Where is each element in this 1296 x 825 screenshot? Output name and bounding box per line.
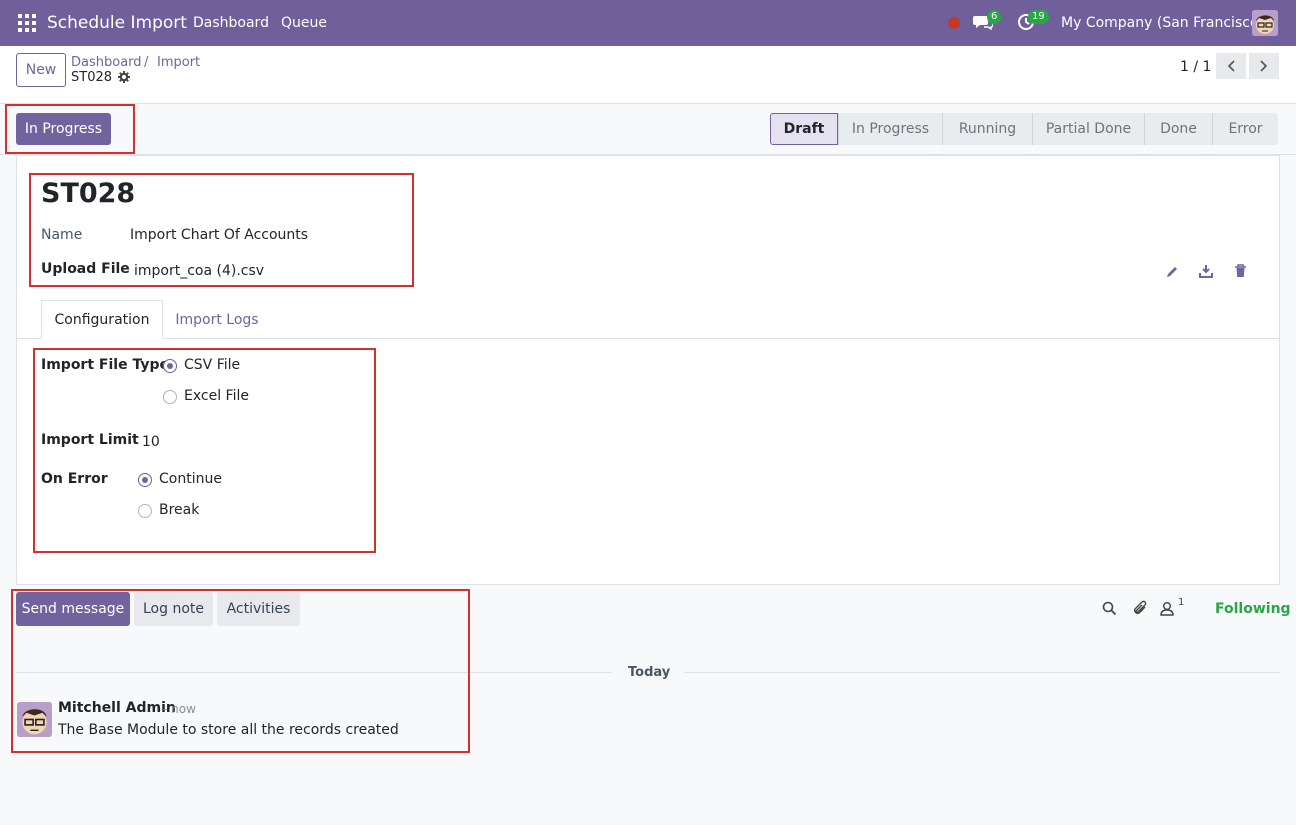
activities-badge: 19 (1028, 10, 1049, 24)
message-author[interactable]: Mitchell Admin (58, 700, 176, 716)
radio-excel-file[interactable] (163, 390, 177, 404)
send-message-button[interactable]: Send message (16, 592, 130, 626)
record-title: ST028 (41, 178, 136, 209)
breadcrumb-dashboard[interactable]: Dashboard (71, 55, 142, 70)
tab-configuration[interactable]: Configuration (41, 300, 163, 339)
breadcrumb-separator: / (144, 55, 149, 70)
app-title[interactable]: Schedule Import (47, 0, 187, 46)
import-limit-input[interactable]: 10 (142, 434, 160, 450)
chevron-right-icon (1260, 60, 1268, 72)
upload-file-label: Upload File (41, 261, 130, 277)
date-separator-line (16, 672, 612, 673)
company-switcher[interactable]: My Company (San Francisco) (1061, 0, 1264, 46)
user-avatar[interactable] (1252, 10, 1278, 36)
log-note-button[interactable]: Log note (134, 592, 213, 626)
tab-import-logs[interactable]: Import Logs (163, 300, 271, 339)
in-progress-action-button[interactable]: In Progress (16, 113, 111, 145)
name-label: Name (41, 227, 83, 243)
radio-continue[interactable] (138, 473, 152, 487)
stage-done[interactable]: Done (1144, 113, 1212, 145)
author-avatar[interactable] (17, 702, 52, 737)
pager-value[interactable]: 1 / 1 (1180, 59, 1211, 75)
new-button[interactable]: New (16, 53, 66, 87)
followers-count: 1 (1178, 597, 1185, 608)
search-icon[interactable] (1102, 601, 1117, 620)
stage-in-progress[interactable]: In Progress (838, 113, 942, 145)
pager-previous-button[interactable] (1216, 53, 1246, 79)
edit-pencil-icon[interactable] (1165, 265, 1179, 283)
breadcrumb-import[interactable]: Import (157, 55, 200, 70)
app-menu-icon[interactable] (18, 14, 36, 32)
chevron-left-icon (1227, 60, 1235, 72)
top-navbar: Schedule Import Dashboard Queue 6 19 My … (0, 0, 1296, 46)
breadcrumb-current: ST028 (71, 70, 113, 85)
gear-icon[interactable] (118, 71, 130, 87)
option-excel-file[interactable]: Excel File (184, 388, 249, 404)
import-file-type-label: Import File Type (41, 357, 169, 373)
option-csv-file[interactable]: CSV File (184, 357, 240, 373)
stage-draft[interactable]: Draft (770, 113, 838, 145)
radio-break[interactable] (138, 504, 152, 518)
followers-icon[interactable] (1160, 601, 1174, 620)
trash-icon[interactable] (1234, 264, 1247, 282)
following-toggle[interactable]: Following (1215, 601, 1291, 617)
menu-queue[interactable]: Queue (281, 0, 327, 46)
stage-running[interactable]: Running (942, 113, 1032, 145)
option-break[interactable]: Break (159, 502, 199, 518)
date-separator: Today (628, 665, 671, 680)
menu-dashboard[interactable]: Dashboard (193, 0, 269, 46)
messages-badge: 6 (987, 10, 1002, 24)
import-limit-label: Import Limit (41, 432, 139, 448)
option-continue[interactable]: Continue (159, 471, 222, 487)
download-icon[interactable] (1199, 264, 1213, 282)
message-body: The Base Module to store all the records… (58, 722, 399, 738)
name-field[interactable]: Import Chart Of Accounts (130, 227, 308, 243)
message-time: - now (163, 702, 196, 716)
record-dot-icon[interactable] (948, 17, 960, 29)
stage-error[interactable]: Error (1212, 113, 1278, 145)
on-error-label: On Error (41, 471, 108, 487)
upload-file-value[interactable]: import_coa (4).csv (134, 263, 264, 279)
radio-csv-file[interactable] (163, 359, 177, 373)
date-separator-line (684, 672, 1280, 673)
activities-button[interactable]: Activities (217, 592, 300, 626)
pager-next-button[interactable] (1249, 53, 1279, 79)
paperclip-icon[interactable] (1132, 600, 1148, 621)
stage-partial-done[interactable]: Partial Done (1032, 113, 1144, 145)
